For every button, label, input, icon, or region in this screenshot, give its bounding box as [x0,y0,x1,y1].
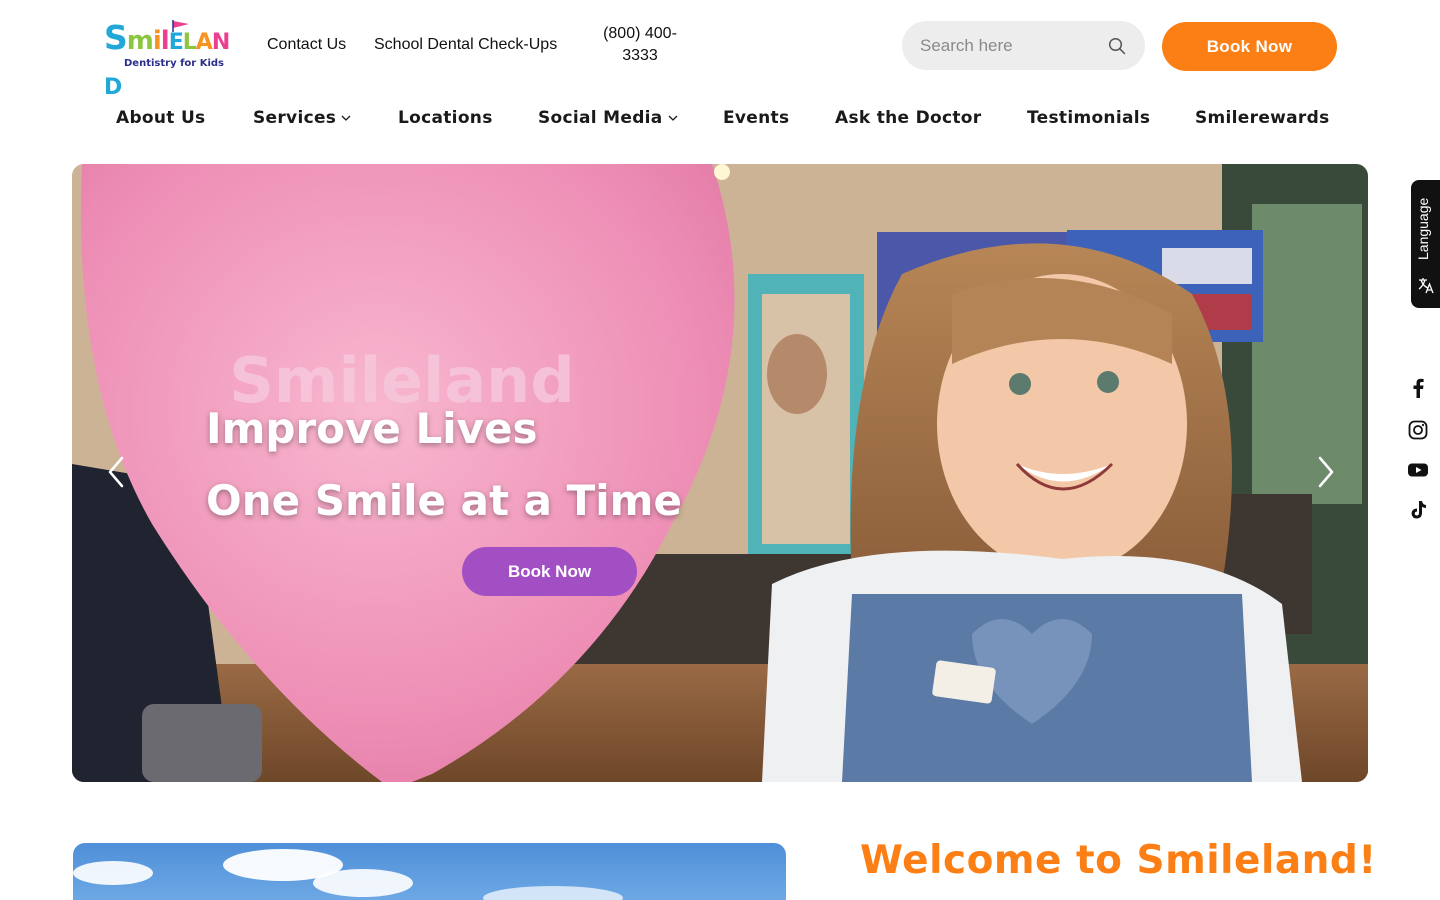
site-logo[interactable]: SmilELAND Dentistry for Kids [104,18,246,100]
school-dental-checkups-link[interactable]: School Dental Check-Ups [374,36,557,54]
youtube-icon[interactable] [1407,459,1429,481]
search-icon[interactable] [1108,37,1126,55]
hero-carousel: Smileland Improve Lives One Smile at a T… [72,164,1368,782]
sky-clouds-image [73,849,623,900]
nav-item-about-us[interactable]: About Us [116,108,205,128]
chevron-down-icon [668,115,678,121]
language-label: Language [1415,197,1431,260]
nav-item-label: Services [253,108,337,128]
chevron-down-icon [341,115,351,121]
nav-item-social-media[interactable]: Social Media [538,108,678,128]
nav-item-testimonials[interactable]: Testimonials [1027,108,1150,128]
nav-item-label: Locations [398,108,493,128]
tiktok-icon[interactable] [1407,499,1429,521]
language-selector-tab[interactable]: Language [1411,180,1440,308]
welcome-heading: Welcome to Smileland! [860,838,1377,883]
nav-item-label: About Us [116,108,206,128]
instagram-icon[interactable] [1407,419,1429,441]
nav-item-locations[interactable]: Locations [398,108,493,128]
search-input[interactable] [920,21,1100,70]
carousel-prev-icon[interactable] [104,454,128,490]
hero-headline-line2: One Smile at a Time [206,476,682,525]
nav-item-services[interactable]: Services [253,108,351,128]
facebook-icon[interactable] [1407,377,1429,399]
nav-item-events[interactable]: Events [723,108,789,128]
hero-photo: Smileland [72,164,1368,782]
nav-item-label: Social Media [538,108,663,128]
carousel-next-icon[interactable] [1314,454,1338,490]
hero-book-now-button[interactable]: Book Now [462,547,637,596]
nav-item-label: Smilerewards [1195,108,1330,128]
translate-icon [1418,278,1434,294]
nav-item-label: Testimonials [1027,108,1151,128]
contact-us-link[interactable]: Contact Us [267,36,346,54]
phone-number-link[interactable]: (800) 400-3333 [598,23,682,67]
top-header: SmilELAND Dentistry for Kids Contact Us … [0,0,1440,100]
welcome-image [73,843,786,900]
nav-item-label: Events [723,108,790,128]
nav-item-smilerewards[interactable]: Smilerewards [1195,108,1330,128]
main-nav: About Us Services Locations Social Media… [0,100,1440,140]
book-now-button[interactable]: Book Now [1162,22,1337,71]
nav-item-ask-the-doctor[interactable]: Ask the Doctor [835,108,981,128]
logo-tagline: Dentistry for Kids [124,58,224,69]
nav-item-label: Ask the Doctor [835,108,982,128]
hero-headline-line1: Improve Lives [206,404,538,453]
